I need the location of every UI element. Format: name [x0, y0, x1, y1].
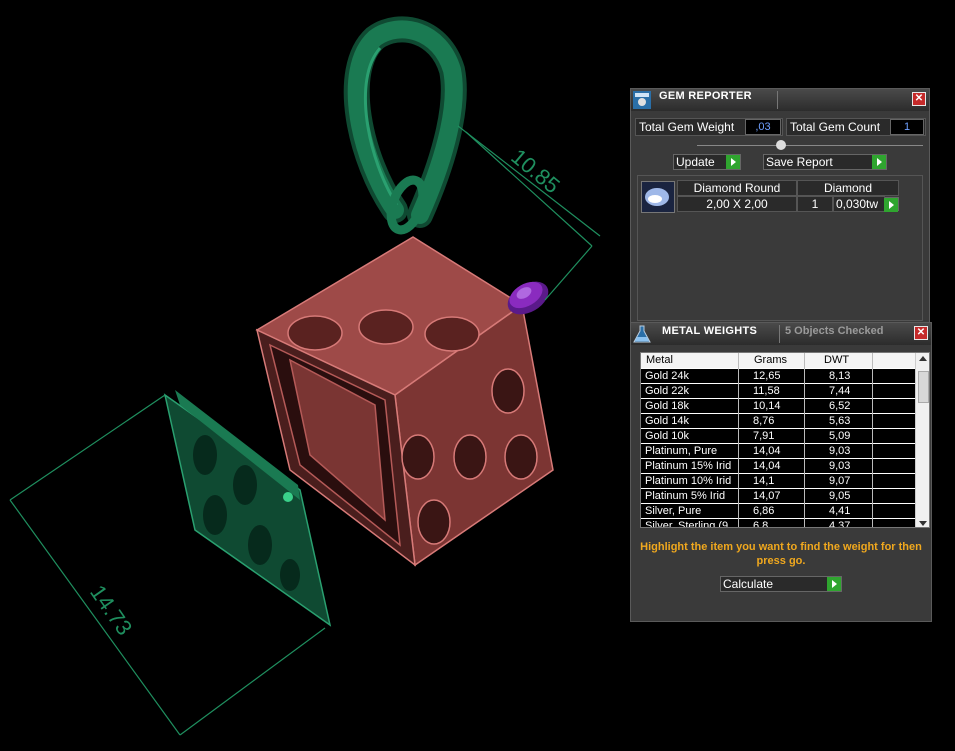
- go-arrow-icon: [884, 198, 898, 212]
- metal-name-cell: Silver, Sterling (9...: [645, 520, 737, 528]
- splitter-line: [697, 145, 923, 146]
- diamond-icon: [645, 188, 669, 206]
- metal-name-cell: Gold 10k: [645, 430, 690, 442]
- dwt-cell: 4,41: [829, 505, 851, 517]
- dwt-cell: 4,37: [829, 520, 851, 528]
- gem-name: Diamond Round: [677, 180, 797, 196]
- grams-cell: 14,04: [753, 445, 781, 457]
- column-header-grams[interactable]: Grams: [754, 354, 787, 366]
- grams-cell: 6,86: [753, 505, 775, 517]
- column-divider: [738, 353, 739, 527]
- table-row[interactable]: Platinum, Pure 14,04 9,03: [641, 444, 916, 459]
- grams-cell: 10,14: [753, 400, 781, 412]
- gem-go-button[interactable]: [884, 197, 899, 212]
- dwt-cell: 9,07: [829, 475, 851, 487]
- table-row[interactable]: Platinum 15% Irid 14,04 9,03: [641, 459, 916, 474]
- metal-name-cell: Platinum, Pure: [645, 445, 718, 457]
- dwt-cell: 9,05: [829, 490, 851, 502]
- dwt-cell: 9,03: [829, 460, 851, 472]
- grams-cell: 14,1: [753, 475, 775, 487]
- table-scrollbar[interactable]: [915, 353, 929, 527]
- table-row[interactable]: Gold 18k 10,14 6,52: [641, 399, 916, 414]
- metal-rows: Gold 24k 12,65 8,13 Gold 22k 11,58 7,44 Gold 1…: [641, 369, 916, 528]
- save-report-button[interactable]: Save Report: [763, 154, 887, 170]
- metal-name-cell: Platinum 10% Irid: [645, 475, 732, 487]
- gem-count: 1: [797, 196, 833, 212]
- instruction-text: Highlight the item you want to find the …: [640, 541, 922, 567]
- grams-cell: 11,58: [753, 385, 780, 397]
- close-button[interactable]: ✕: [912, 92, 926, 106]
- table-row[interactable]: Gold 14k 8,76 5,63: [641, 414, 916, 429]
- column-header-dwt[interactable]: DWT: [824, 354, 849, 366]
- go-arrow-icon: [726, 155, 740, 169]
- gem-reporter-panel: GEM REPORTER ✕ Total Gem Weight ,03 Tota…: [630, 88, 930, 328]
- metal-name-cell: Platinum 15% Irid: [645, 460, 732, 472]
- grams-cell: 12,65: [753, 370, 781, 382]
- total-gem-count-value[interactable]: 1: [890, 119, 924, 135]
- dwt-cell: 5,09: [829, 430, 851, 442]
- gem-row[interactable]: Diamond Round Diamond 2,00 X 2,00 1 0,03…: [639, 179, 899, 215]
- dimension-label-left: 14.73: [85, 580, 137, 639]
- table-row[interactable]: Silver, Pure 6,86 4,41: [641, 504, 916, 519]
- metal-weights-title: METAL WEIGHTS: [662, 325, 758, 337]
- bail-loop: [343, 16, 467, 235]
- dwt-cell: 7,44: [829, 385, 851, 397]
- metal-name-cell: Gold 14k: [645, 415, 690, 427]
- metal-name-cell: Platinum 5% Irid: [645, 490, 726, 502]
- gem-report-icon: [633, 91, 651, 109]
- dwt-cell: 9,03: [829, 445, 851, 457]
- title-separator: [777, 91, 778, 109]
- grams-cell: 14,04: [753, 460, 781, 472]
- table-row[interactable]: Gold 10k 7,91 5,09: [641, 429, 916, 444]
- grams-cell: 7,91: [753, 430, 775, 442]
- gem-thumbnail: [641, 181, 675, 213]
- grams-cell: 8,76: [753, 415, 775, 427]
- close-button[interactable]: ✕: [914, 326, 928, 340]
- table-row[interactable]: Platinum 10% Irid 14,1 9,07: [641, 474, 916, 489]
- table-row[interactable]: Gold 24k 12,65 8,13: [641, 369, 916, 384]
- flask-icon: [633, 325, 651, 343]
- title-separator: [779, 325, 780, 343]
- metal-weights-table[interactable]: Metal Grams DWT Gold 24k 12,65 8,13 Gold 22…: [640, 352, 930, 528]
- go-arrow-icon: [827, 577, 841, 591]
- splitter-handle[interactable]: [776, 140, 786, 150]
- scroll-thumb[interactable]: [918, 371, 929, 403]
- column-header-metal[interactable]: Metal: [646, 354, 673, 366]
- dwt-cell: 6,52: [829, 400, 851, 412]
- dwt-cell: 8,13: [829, 370, 851, 382]
- update-button[interactable]: Update: [673, 154, 741, 170]
- table-row[interactable]: Silver, Sterling (9... 6,8 4,37: [641, 519, 916, 528]
- gem-size: 2,00 X 2,00: [677, 196, 797, 212]
- total-gem-weight-value[interactable]: ,03: [745, 119, 781, 135]
- gem-weight: 0,030tw: [833, 196, 885, 212]
- go-arrow-icon: [872, 155, 886, 169]
- gem-reporter-titlebar[interactable]: GEM REPORTER ✕: [631, 89, 929, 111]
- metal-name-cell: Gold 22k: [645, 385, 690, 397]
- objects-checked-label: 5 Objects Checked: [785, 325, 884, 337]
- metal-name-cell: Silver, Pure: [645, 505, 702, 517]
- scroll-down-icon[interactable]: [919, 521, 927, 526]
- dwt-cell: 5,63: [829, 415, 851, 427]
- metal-name-cell: Gold 24k: [645, 370, 690, 382]
- gem-material: Diamond: [797, 180, 899, 196]
- dimension-label-top: 10.85: [506, 144, 564, 199]
- grams-cell: 14,07: [753, 490, 781, 502]
- metal-name-cell: Gold 18k: [645, 400, 690, 412]
- grams-cell: 6,8: [753, 520, 769, 528]
- gem-reporter-title: GEM REPORTER: [659, 90, 752, 102]
- column-divider: [804, 353, 805, 527]
- scroll-up-icon[interactable]: [919, 356, 927, 361]
- table-row[interactable]: Platinum 5% Irid 14,07 9,05: [641, 489, 916, 504]
- table-row[interactable]: Gold 22k 11,58 7,44: [641, 384, 916, 399]
- column-divider: [872, 353, 873, 527]
- calculate-button[interactable]: Calculate: [720, 576, 842, 592]
- metal-weights-titlebar[interactable]: METAL WEIGHTS 5 Objects Checked ✕: [631, 323, 931, 345]
- table-header: Metal Grams DWT: [641, 353, 929, 368]
